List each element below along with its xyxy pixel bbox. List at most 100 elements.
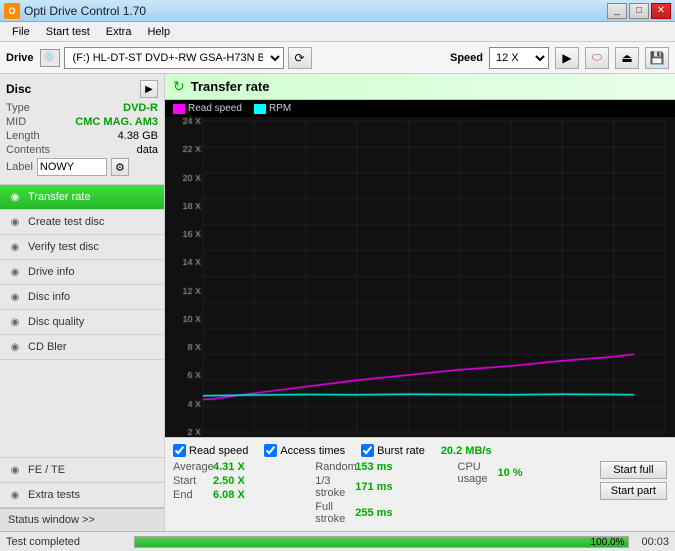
stat-average-row: Average 4.31 X xyxy=(173,461,307,473)
access-times-checkbox[interactable] xyxy=(264,444,277,457)
disc-info-icon: ◉ xyxy=(8,290,22,304)
stat-end-key: End xyxy=(173,489,209,501)
stat-full-stroke-row: Full stroke 255 ms xyxy=(315,501,449,525)
transfer-rate-chart xyxy=(165,117,675,437)
window-title: Opti Drive Control 1.70 xyxy=(24,4,146,18)
burst-rate-value: 20.2 MB/s xyxy=(441,445,492,457)
stat-end-val: 6.08 X xyxy=(213,489,253,501)
nav-disc-info[interactable]: ◉ Disc info xyxy=(0,285,164,310)
menu-file[interactable]: File xyxy=(4,24,38,40)
nav-disc-quality-label: Disc quality xyxy=(28,316,84,328)
nav-verify-disc-label: Verify test disc xyxy=(28,241,99,253)
nav-transfer-rate-label: Transfer rate xyxy=(28,191,91,203)
content-refresh-icon: ↻ xyxy=(173,78,185,95)
menu-extra[interactable]: Extra xyxy=(98,24,140,40)
save-button[interactable]: 💾 xyxy=(645,47,669,69)
disc-arrow-button[interactable]: ▶ xyxy=(140,80,158,98)
stat-random-row: Random 153 ms xyxy=(315,461,449,473)
label-gear-button[interactable]: ⚙ xyxy=(111,158,129,176)
burst-rate-checkbox[interactable] xyxy=(361,444,374,457)
maximize-button[interactable]: □ xyxy=(629,3,649,19)
stat-1-3-stroke-row: 1/3 stroke 171 ms xyxy=(315,475,449,499)
nav-extra-tests-label: Extra tests xyxy=(28,489,80,501)
minimize-button[interactable]: _ xyxy=(607,3,627,19)
nav-create-test-disc[interactable]: ◉ Create test disc xyxy=(0,210,164,235)
disc-type-row: Type DVD-R xyxy=(6,102,158,114)
drive-refresh-button[interactable]: ⟳ xyxy=(288,47,312,69)
sidebar: Disc ▶ Type DVD-R MID CMC MAG. AM3 Lengt… xyxy=(0,74,165,531)
nav-drive-info[interactable]: ◉ Drive info xyxy=(0,260,164,285)
nav-disc-quality[interactable]: ◉ Disc quality xyxy=(0,310,164,335)
stat-full-stroke-val: 255 ms xyxy=(355,507,395,519)
toolbar: Drive 💿 (F:) HL-DT-ST DVD+-RW GSA-H73N B… xyxy=(0,42,675,74)
start-buttons: Start full Start part xyxy=(600,461,667,525)
content-header: ↻ Transfer rate xyxy=(165,74,675,100)
disc-contents-row: Contents data xyxy=(6,144,158,156)
disc-length-value: 4.38 GB xyxy=(118,130,158,142)
content-title: Transfer rate xyxy=(191,79,270,94)
content-area: ↻ Transfer rate Read speed RPM xyxy=(165,74,675,531)
stat-1-3-stroke-val: 171 ms xyxy=(355,481,395,493)
nav-fe-te[interactable]: ◉ FE / TE xyxy=(0,457,164,483)
progress-bar: 100.0% xyxy=(134,536,629,548)
burst-rate-check: Burst rate xyxy=(361,444,425,457)
close-button[interactable]: ✕ xyxy=(651,3,671,19)
nav-create-disc-label: Create test disc xyxy=(28,216,104,228)
stat-random-val: 153 ms xyxy=(355,461,395,473)
stat-start-row: Start 2.50 X xyxy=(173,475,307,487)
titlebar-left: O Opti Drive Control 1.70 xyxy=(4,3,146,19)
speed-apply-button[interactable]: ▶ xyxy=(555,47,579,69)
nav-disc-info-label: Disc info xyxy=(28,291,70,303)
menu-start-test[interactable]: Start test xyxy=(38,24,98,40)
disc-section: Disc ▶ Type DVD-R MID CMC MAG. AM3 Lengt… xyxy=(0,74,164,185)
legend-rpm: RPM xyxy=(254,103,291,114)
speed-dropdown[interactable]: 12 X xyxy=(489,47,549,69)
drive-dropdown[interactable]: (F:) HL-DT-ST DVD+-RW GSA-H73N B103 xyxy=(64,47,284,69)
stat-average-val: 4.31 X xyxy=(213,461,253,473)
drive-label: Drive xyxy=(6,52,34,64)
fe-te-icon: ◉ xyxy=(8,463,22,477)
status-window-button[interactable]: Status window >> xyxy=(0,508,164,531)
erase-button[interactable]: ⬭ xyxy=(585,47,609,69)
read-speed-checkbox[interactable] xyxy=(173,444,186,457)
disc-mid-label: MID xyxy=(6,116,26,128)
legend-read-speed: Read speed xyxy=(173,103,242,114)
menu-help[interactable]: Help xyxy=(139,24,178,40)
drive-select-area: 💿 (F:) HL-DT-ST DVD+-RW GSA-H73N B103 ⟳ xyxy=(40,47,444,69)
stat-cpu-val: 10 % xyxy=(498,467,538,479)
menubar: File Start test Extra Help xyxy=(0,22,675,42)
status-window-label: Status window >> xyxy=(8,514,95,526)
statusbar: Test completed 100.0% 00:03 xyxy=(0,531,675,551)
stats-bar: Read speed Access times Burst rate 20.2 … xyxy=(165,437,675,531)
stat-cpu-key: CPU usage xyxy=(458,461,494,485)
stat-random-key: Random xyxy=(315,461,351,473)
disc-type-value: DVD-R xyxy=(123,102,158,114)
legend-rpm-color xyxy=(254,104,266,114)
nav-extra-tests[interactable]: ◉ Extra tests xyxy=(0,483,164,508)
disc-quality-icon: ◉ xyxy=(8,315,22,329)
stats-col-1: Average 4.31 X Start 2.50 X End 6.08 X xyxy=(173,461,307,525)
progress-bar-fill xyxy=(135,537,628,547)
disc-length-label: Length xyxy=(6,130,40,142)
nav-cd-bler-label: CD Bler xyxy=(28,341,67,353)
eject-button[interactable]: ⏏ xyxy=(615,47,639,69)
nav-drive-info-label: Drive info xyxy=(28,266,74,278)
start-part-button[interactable]: Start part xyxy=(600,482,667,500)
nav-verify-test-disc[interactable]: ◉ Verify test disc xyxy=(0,235,164,260)
disc-header-label: Disc xyxy=(6,82,31,96)
stats-col-2: Random 153 ms 1/3 stroke 171 ms Full str… xyxy=(315,461,449,525)
disc-label-label: Label xyxy=(6,161,33,173)
disc-label-input[interactable] xyxy=(37,158,107,176)
stat-cpu-row: CPU usage 10 % xyxy=(458,461,592,485)
titlebar: O Opti Drive Control 1.70 _ □ ✕ xyxy=(0,0,675,22)
window-controls: _ □ ✕ xyxy=(607,3,671,19)
start-full-button[interactable]: Start full xyxy=(600,461,667,479)
nav-cd-bler[interactable]: ◉ CD Bler xyxy=(0,335,164,360)
drive-info-icon: ◉ xyxy=(8,265,22,279)
access-times-check: Access times xyxy=(264,444,345,457)
transfer-rate-icon: ◉ xyxy=(8,190,22,204)
nav-transfer-rate[interactable]: ◉ Transfer rate xyxy=(0,185,164,210)
stat-start-val: 2.50 X xyxy=(213,475,253,487)
chart-legend: Read speed RPM xyxy=(165,100,675,117)
stat-average-key: Average xyxy=(173,461,209,473)
